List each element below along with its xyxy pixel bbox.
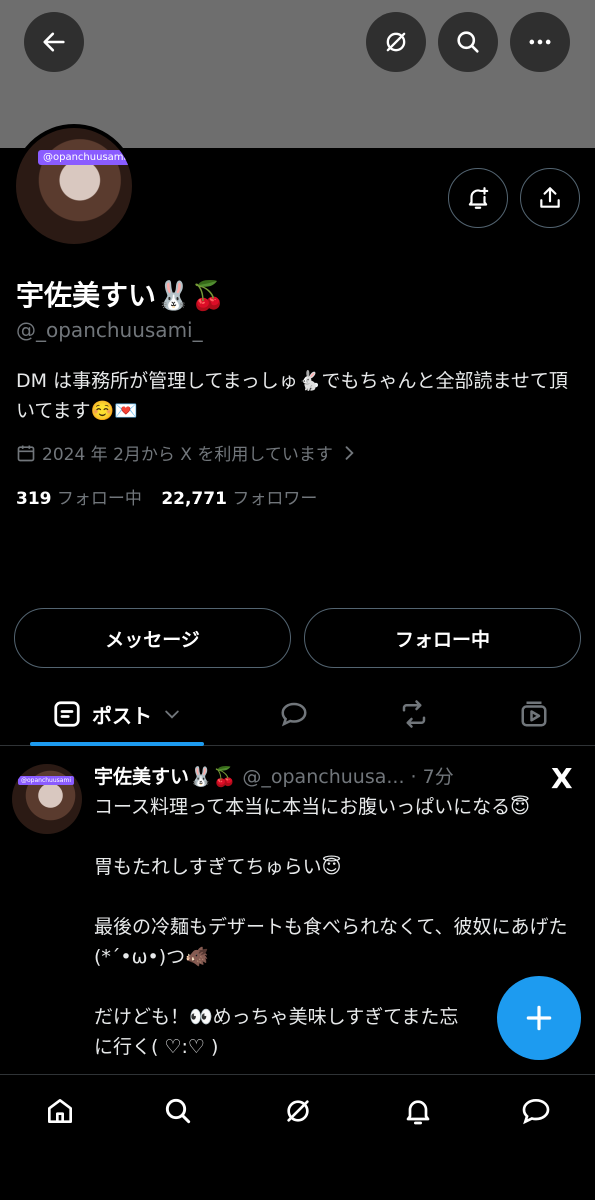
share-icon [540, 187, 560, 208]
followers-count[interactable]: 22,771 [161, 489, 227, 509]
display-name: 宇佐美すい🐰🍒 [16, 279, 226, 312]
following-button[interactable]: フォロー中 [304, 608, 581, 668]
notify-button[interactable] [448, 168, 508, 228]
share-button[interactable] [520, 168, 580, 228]
joined-date-text: 2024 年 2月から X を利用しています [42, 445, 333, 465]
chat-bubble-icon [522, 1098, 550, 1125]
compose-button[interactable] [497, 976, 581, 1060]
tab-posts[interactable]: ポスト [30, 684, 204, 744]
tab-media[interactable] [502, 684, 566, 744]
reply-bubble-icon [281, 702, 307, 727]
followers-label[interactable]: フォロワー [232, 489, 317, 509]
nav-messages[interactable] [506, 1091, 566, 1131]
following-count[interactable]: 319 [16, 489, 52, 509]
nav-explore[interactable] [148, 1091, 208, 1131]
following-label[interactable]: フォロー中 [57, 489, 142, 509]
chevron-right-icon [345, 445, 354, 460]
x-logo-icon: X [551, 762, 573, 795]
message-button[interactable]: メッセージ [14, 608, 291, 668]
more-icon [529, 39, 551, 45]
repost-icon [402, 700, 426, 728]
bottom-navigation [0, 1074, 595, 1200]
search-icon [457, 31, 479, 53]
nav-home[interactable] [30, 1091, 90, 1131]
video-icon [521, 701, 547, 727]
post-separator: · [410, 766, 417, 788]
back-arrow-icon [43, 32, 65, 52]
grok-icon [287, 1100, 309, 1122]
nav-notifications[interactable] [388, 1091, 448, 1131]
grok-icon [386, 32, 406, 52]
tab-posts-label: ポスト [92, 703, 152, 728]
profile-bio: DM は事務所が管理してまっしゅ🐇でもちゃんと全部読ませて頂いてます☺️💌 [16, 370, 568, 422]
post-author-name[interactable]: 宇佐美すい🐰🍒 [94, 766, 236, 788]
search-icon [165, 1098, 191, 1124]
user-handle: @_opanchuusami_ [16, 318, 203, 342]
search-button[interactable] [438, 12, 498, 72]
post-header: 宇佐美すい🐰🍒 @_opanchuusa... · 7分 [94, 762, 544, 789]
post-avatar-tag: @opanchuusami [18, 776, 74, 785]
post-list-icon [54, 701, 80, 727]
post-avatar[interactable]: @opanchuusami [12, 764, 82, 834]
more-button[interactable] [510, 12, 570, 72]
follow-stats: 319 フォロー中 22,771 フォロワー [16, 484, 331, 509]
active-tab-indicator [30, 742, 204, 746]
nav-grok[interactable] [268, 1091, 328, 1131]
bell-plus-icon [468, 187, 489, 209]
calendar-icon [17, 445, 35, 461]
chevron-down-icon [165, 710, 179, 719]
tab-replies[interactable] [262, 684, 326, 744]
grok-button[interactable] [366, 12, 426, 72]
avatar-tag: @opanchuusami [38, 150, 132, 165]
tab-reposts[interactable] [382, 684, 446, 744]
profile-tabs: ポスト [0, 684, 595, 746]
plus-icon [526, 1005, 552, 1031]
post-author-handle[interactable]: @_opanchuusa... [242, 766, 404, 788]
back-button[interactable] [24, 12, 84, 72]
home-icon [48, 1099, 72, 1123]
joined-date-link[interactable]: 2024 年 2月から X を利用しています [16, 440, 359, 465]
post-time: 7分 [422, 766, 454, 788]
bell-icon [406, 1100, 430, 1125]
profile-avatar[interactable]: @opanchuusami [12, 124, 136, 248]
